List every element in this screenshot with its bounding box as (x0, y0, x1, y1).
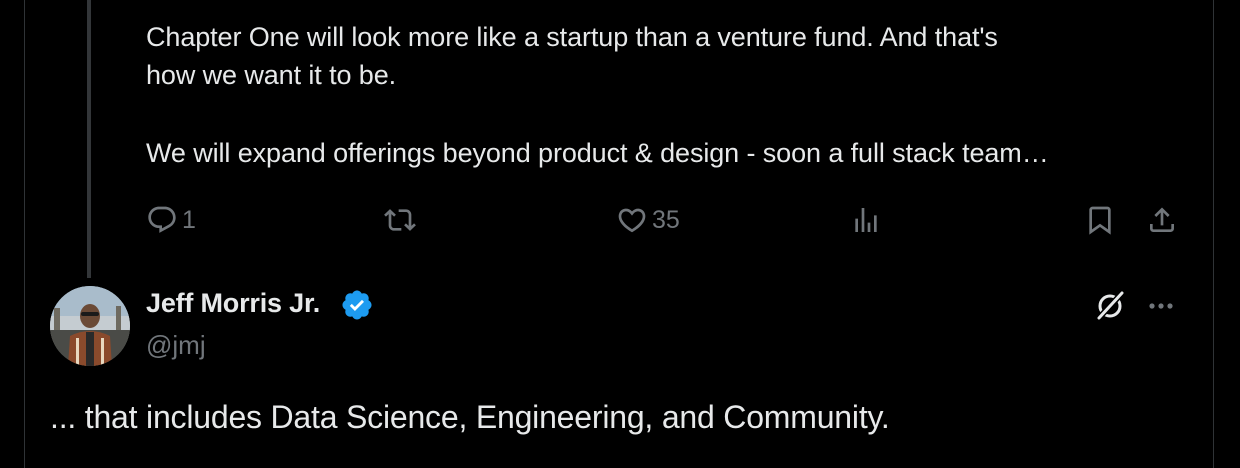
retweet-icon (384, 209, 416, 231)
more-icon (1149, 303, 1173, 309)
tweet-text: ... that includes Data Science, Engineer… (50, 399, 890, 435)
reply-button[interactable]: 1 (146, 196, 196, 244)
author-handle[interactable]: @jmj (146, 330, 206, 361)
grok-icon (1095, 289, 1126, 322)
views-icon (855, 208, 877, 232)
previous-tweet-line: We will expand offerings beyond product … (146, 138, 1049, 168)
heart-icon (618, 208, 646, 233)
reply-count: 1 (182, 205, 196, 234)
like-count: 35 (652, 205, 680, 234)
previous-tweet-line: Chapter One will look more like a startu… (146, 22, 998, 52)
grok-button[interactable] (1090, 286, 1130, 326)
retweet-button[interactable] (384, 196, 416, 244)
avatar-photo (50, 286, 130, 366)
author-name[interactable]: Jeff Morris Jr. (146, 288, 320, 319)
previous-tweet-line: how we want it to be. (146, 60, 397, 90)
share-button[interactable] (1146, 196, 1178, 244)
reply-icon (148, 206, 176, 233)
views-button[interactable] (850, 196, 882, 244)
share-icon (1150, 207, 1174, 232)
more-options-button[interactable] (1143, 288, 1179, 324)
thread-view: Chapter One will look more like a startu… (0, 0, 1240, 468)
verified-badge-icon[interactable] (340, 288, 374, 322)
previous-tweet-action-bar: 1 35 (0, 196, 1240, 244)
previous-tweet-text[interactable]: Chapter One will look more like a startu… (146, 18, 1196, 172)
bookmark-button[interactable] (1084, 196, 1116, 244)
author-avatar[interactable] (50, 286, 130, 366)
bookmark-icon (1089, 206, 1111, 235)
like-button[interactable]: 35 (616, 196, 680, 244)
